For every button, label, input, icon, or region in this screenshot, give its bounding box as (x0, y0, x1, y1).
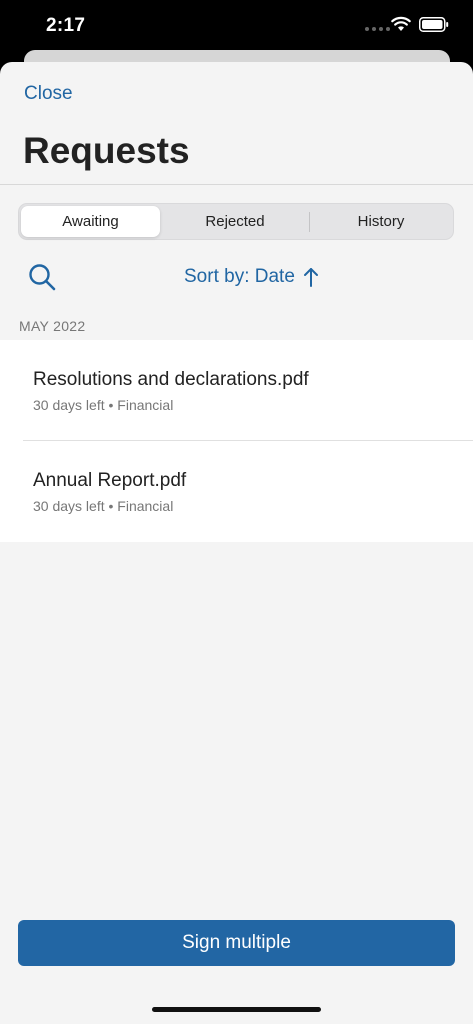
status-time: 2:17 (46, 15, 86, 36)
item-meta: 30 days left • Financial (33, 397, 174, 413)
arrow-up-icon (303, 268, 318, 287)
list-item[interactable]: Resolutions and declarations.pdf 30 days… (0, 340, 473, 441)
battery-icon (419, 17, 449, 32)
close-button[interactable]: Close (24, 83, 73, 105)
wifi-icon (391, 16, 411, 31)
header-divider (0, 184, 473, 185)
request-list: Resolutions and declarations.pdf 30 days… (0, 340, 473, 542)
tab-rejected[interactable]: Rejected (163, 206, 307, 237)
sign-multiple-button[interactable]: Sign multiple (18, 920, 455, 966)
status-tabs: Awaiting Rejected History (18, 203, 454, 240)
list-item[interactable]: Annual Report.pdf 30 days left • Financi… (0, 441, 473, 541)
item-meta: 30 days left • Financial (33, 498, 174, 514)
item-title: Annual Report.pdf (33, 470, 187, 491)
item-title: Resolutions and declarations.pdf (33, 369, 309, 390)
sort-button[interactable]: Sort by: Date (184, 266, 319, 288)
cellular-signal-icon (365, 27, 390, 31)
search-icon[interactable] (28, 263, 56, 291)
requests-sheet: Close Requests Awaiting Rejected History… (0, 62, 473, 1024)
sort-label: Sort by: Date (184, 266, 295, 287)
status-bar: 2:17 (0, 0, 473, 50)
page-title: Requests (23, 130, 190, 171)
home-indicator (152, 1007, 321, 1012)
tab-awaiting[interactable]: Awaiting (21, 206, 160, 237)
section-header: MAY 2022 (19, 318, 86, 334)
tab-history[interactable]: History (309, 206, 453, 237)
